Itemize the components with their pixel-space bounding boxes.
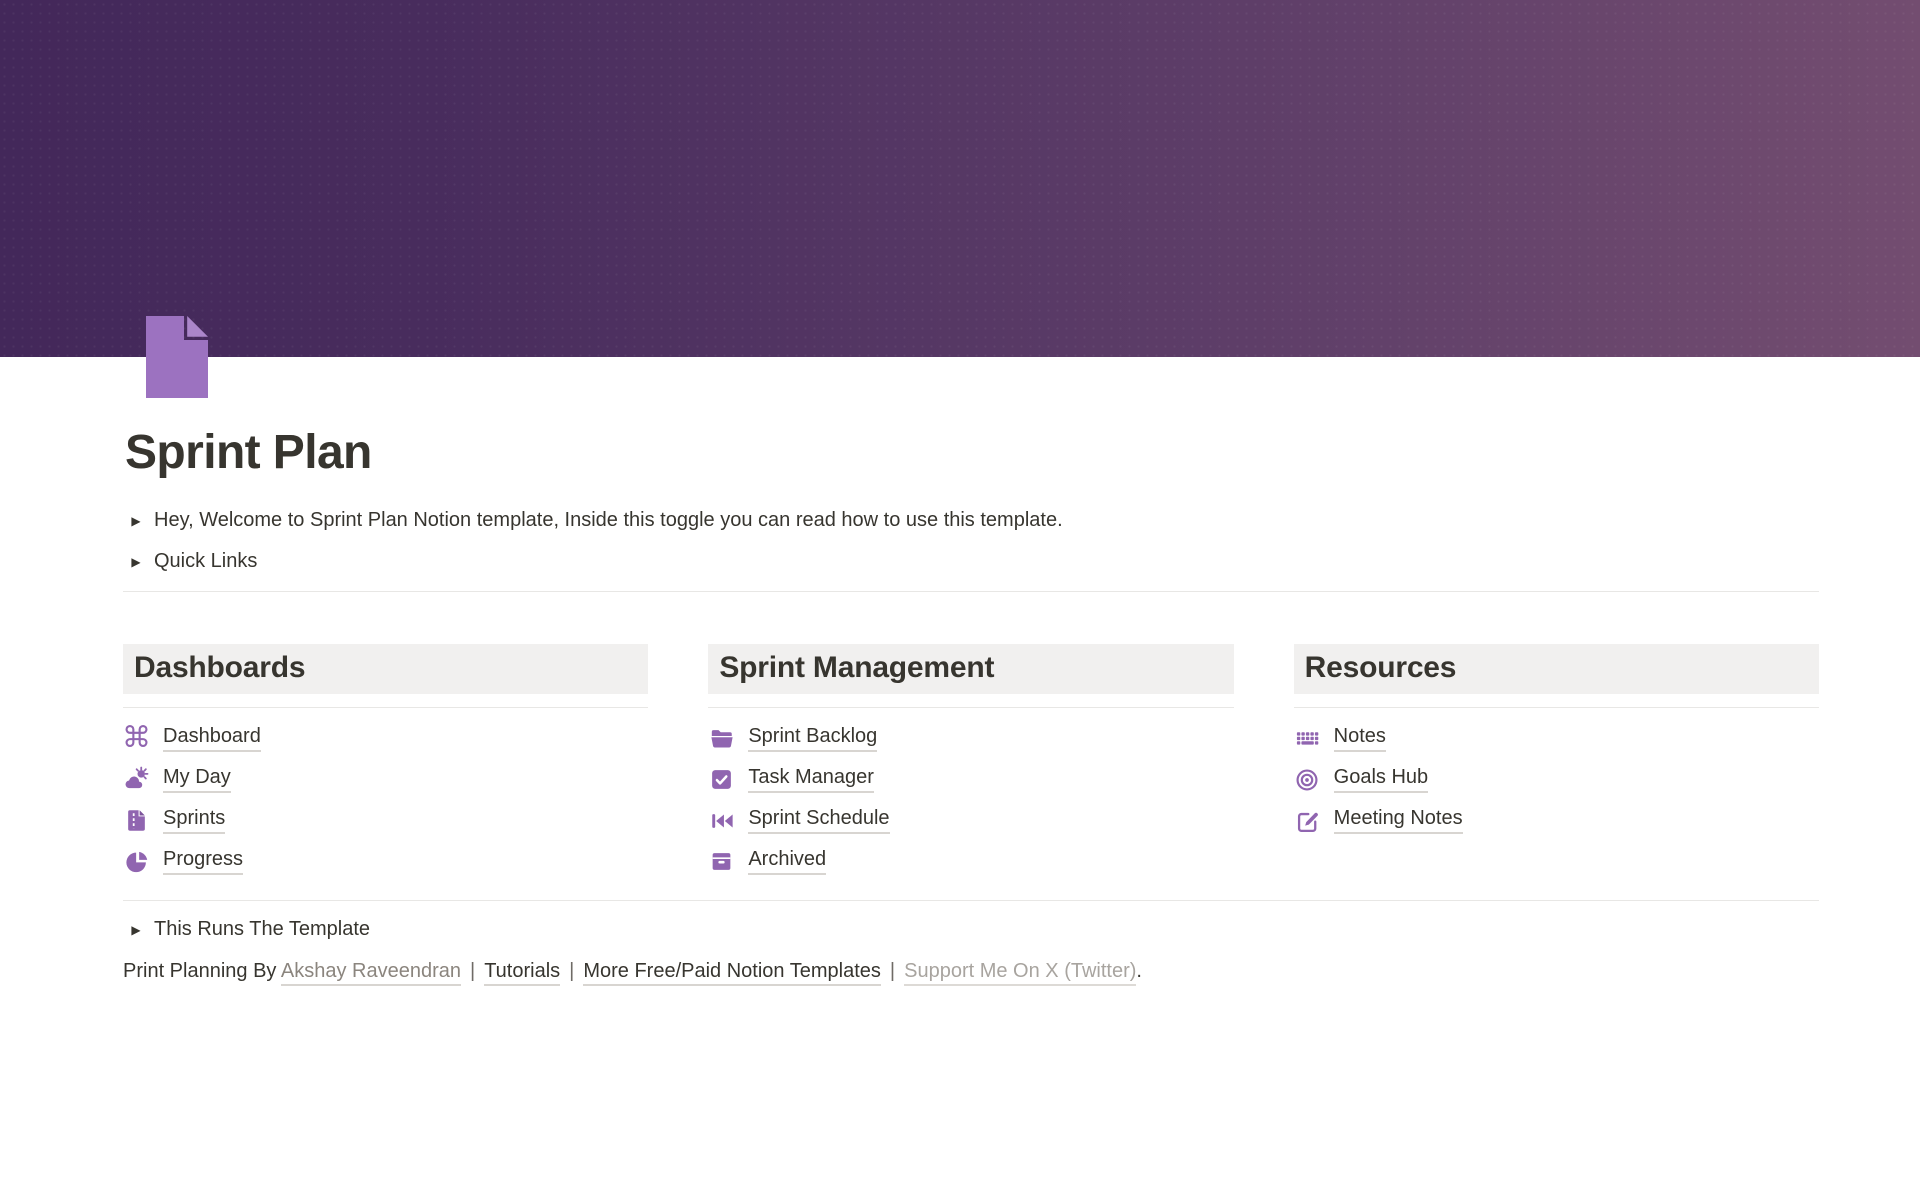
author-link[interactable]: Akshay Raveendran [281, 960, 461, 986]
page-title: Sprint Plan [125, 425, 1819, 480]
resources-header: Resources [1294, 644, 1819, 694]
toggle-arrow-icon: ▶ [123, 514, 149, 528]
quick-links-toggle[interactable]: ▶ Quick Links [123, 545, 1819, 578]
separator: | [569, 960, 574, 982]
link-row-meeting-notes: Meeting Notes [1294, 800, 1819, 841]
divider [123, 591, 1819, 592]
templates-link[interactable]: More Free/Paid Notion Templates [583, 960, 881, 986]
link-row-notes: Notes [1294, 718, 1819, 759]
footer-credits: Print Planning By Akshay Raveendran | Tuto… [123, 957, 1819, 986]
footer-suffix: . [1136, 960, 1142, 982]
page-content: Sprint Plan ▶ Hey, Welcome to Sprint Pla… [123, 425, 1819, 986]
runs-template-toggle-label: This Runs The Template [154, 918, 370, 941]
task-manager-link[interactable]: Task Manager [748, 766, 874, 793]
my-day-link[interactable]: My Day [163, 766, 231, 793]
link-row-progress: Progress [123, 841, 648, 882]
keyboard-icon [1294, 725, 1321, 752]
cover-texture [0, 0, 1920, 357]
divider [1294, 707, 1819, 708]
link-row-sprints: Sprints [123, 800, 648, 841]
separator: | [890, 960, 895, 982]
progress-link[interactable]: Progress [163, 848, 243, 875]
page-cover [0, 0, 1920, 357]
divider [123, 707, 648, 708]
link-row-sprint-backlog: Sprint Backlog [708, 718, 1233, 759]
target-icon [1294, 766, 1321, 793]
column-dashboards: Dashboards ⌘ Dashboard [123, 644, 648, 882]
link-row-my-day: My Day [123, 759, 648, 800]
checkbox-icon [708, 766, 735, 793]
rewind-icon [708, 807, 735, 834]
columns: Dashboards ⌘ Dashboard [123, 644, 1819, 882]
page-lines-icon [123, 807, 150, 834]
footer-prefix: Print Planning By [123, 960, 281, 982]
dashboard-link[interactable]: Dashboard [163, 725, 261, 752]
command-icon: ⌘ [123, 725, 150, 752]
column-resources: Resources Notes [1294, 644, 1819, 882]
sprint-management-link-list: Sprint Backlog Task Manager [708, 718, 1233, 882]
archived-link[interactable]: Archived [748, 848, 826, 875]
quick-links-toggle-label: Quick Links [154, 550, 257, 573]
welcome-toggle[interactable]: ▶ Hey, Welcome to Sprint Plan Notion tem… [123, 504, 1819, 537]
link-row-sprint-schedule: Sprint Schedule [708, 800, 1233, 841]
intro-toggles: ▶ Hey, Welcome to Sprint Plan Notion tem… [123, 504, 1819, 578]
link-row-dashboard: ⌘ Dashboard [123, 718, 648, 759]
divider [708, 707, 1233, 708]
link-row-goals-hub: Goals Hub [1294, 759, 1819, 800]
runs-template-toggle[interactable]: ▶ This Runs The Template [123, 913, 1819, 946]
meeting-notes-link[interactable]: Meeting Notes [1334, 807, 1463, 834]
link-row-task-manager: Task Manager [708, 759, 1233, 800]
support-link[interactable]: Support Me On X (Twitter) [904, 960, 1136, 986]
folder-icon [708, 725, 735, 752]
welcome-toggle-label: Hey, Welcome to Sprint Plan Notion templ… [154, 509, 1063, 532]
toggle-arrow-icon: ▶ [123, 923, 149, 937]
tutorials-link[interactable]: Tutorials [484, 960, 560, 986]
dashboards-header: Dashboards [123, 644, 648, 694]
partly-sunny-icon [123, 766, 150, 793]
sprints-link[interactable]: Sprints [163, 807, 225, 834]
link-row-archived: Archived [708, 841, 1233, 882]
document-icon [146, 316, 212, 398]
archive-box-icon [708, 848, 735, 875]
separator: | [470, 960, 475, 982]
divider [123, 900, 1819, 901]
toggle-arrow-icon: ▶ [123, 555, 149, 569]
sprint-management-header: Sprint Management [708, 644, 1233, 694]
notes-link[interactable]: Notes [1334, 725, 1386, 752]
pie-chart-icon [123, 848, 150, 875]
sprint-backlog-link[interactable]: Sprint Backlog [748, 725, 877, 752]
page-document-icon[interactable] [146, 316, 212, 398]
dashboards-link-list: ⌘ Dashboard [123, 718, 648, 882]
resources-link-list: Notes Goals Hub [1294, 718, 1819, 841]
goals-hub-link[interactable]: Goals Hub [1334, 766, 1429, 793]
edit-icon [1294, 807, 1321, 834]
column-sprint-management: Sprint Management Sprint Backlog [708, 644, 1233, 882]
sprint-schedule-link[interactable]: Sprint Schedule [748, 807, 889, 834]
